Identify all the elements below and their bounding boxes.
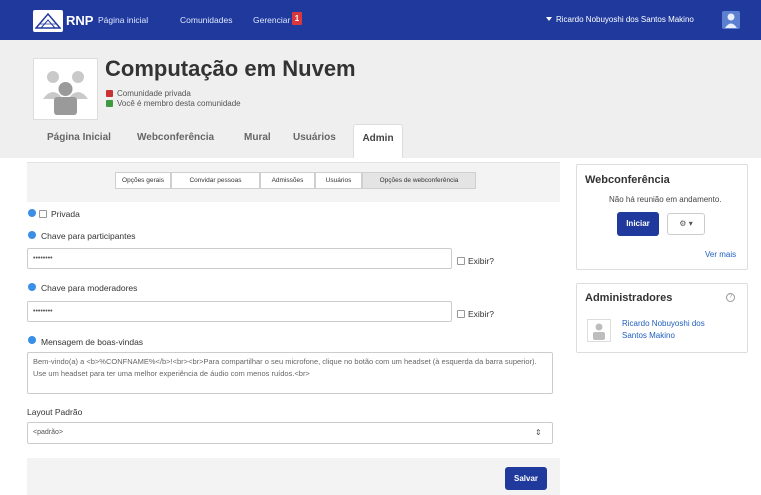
subtab-general-options[interactable]: Opções gerais [115, 172, 171, 189]
community-privacy: Comunidade privada [117, 89, 191, 98]
settings-dropdown-button[interactable]: ⚙ ▾ [667, 213, 705, 235]
see-more-link[interactable]: Ver mais [705, 250, 736, 259]
start-meeting-button[interactable]: Iniciar [617, 212, 659, 236]
layout-label: Layout Padrão [27, 407, 83, 417]
show-participants-key-checkbox[interactable] [457, 257, 465, 265]
show-moderators-key-label: Exibir? [468, 309, 494, 319]
help-icon[interactable]: ? [726, 293, 735, 302]
community-title: Computação em Nuvem [105, 56, 356, 81]
admin-name-link[interactable]: Santos Makino [622, 331, 675, 340]
info-icon[interactable] [28, 283, 36, 291]
subtab-webconference-options[interactable]: Opções de webconferência [362, 172, 476, 189]
chevron-down-icon: ▾ [688, 219, 693, 228]
layout-select[interactable]: <padrão> [27, 422, 553, 444]
logo-mark-icon [35, 12, 61, 29]
tab-webconference[interactable]: Webconferência [137, 132, 214, 143]
tab-users[interactable]: Usuários [293, 132, 336, 143]
subtab-users[interactable]: Usuários [315, 172, 362, 189]
check-icon [106, 100, 113, 107]
participants-key-input[interactable]: •••••••• [27, 248, 452, 269]
user-avatar[interactable] [722, 11, 740, 29]
tab-home[interactable]: Página Inicial [47, 132, 111, 143]
subtab-admissions[interactable]: Admissões [260, 172, 315, 189]
community-avatar [33, 58, 98, 120]
notification-badge[interactable]: 1 [292, 12, 302, 25]
select-arrows-icon: ⇕ [535, 428, 542, 437]
save-button[interactable]: Salvar [505, 467, 547, 490]
user-silhouette-icon [725, 13, 737, 28]
info-icon[interactable] [28, 231, 36, 239]
info-icon[interactable] [28, 336, 36, 344]
moderators-key-label: Chave para moderadores [41, 283, 138, 293]
participants-key-label: Chave para participantes [41, 231, 136, 241]
form-actions-bar [27, 458, 560, 495]
gear-icon: ⚙ [679, 219, 687, 228]
logo-text: RNP [66, 13, 94, 28]
admin-avatar[interactable] [587, 319, 611, 342]
lock-icon [106, 90, 113, 97]
nav-link-manage[interactable]: Gerenciar [253, 15, 290, 25]
community-membership: Você é membro desta comunidade [117, 99, 241, 108]
private-checkbox[interactable] [39, 210, 47, 218]
tab-admin-label: Admin [362, 133, 394, 144]
info-icon[interactable] [28, 209, 36, 217]
tab-admin[interactable]: Admin [353, 124, 403, 158]
user-silhouette-icon [593, 323, 605, 340]
moderators-key-input[interactable]: •••••••• [27, 301, 452, 322]
private-label: Privada [51, 209, 80, 219]
welcome-message-textarea[interactable]: Bem-vindo(a) a <b>%CONFNAME%</b>!<br><br… [27, 352, 553, 394]
rnp-logo[interactable] [33, 10, 63, 32]
admin-name-link[interactable]: Ricardo Nobuyoshi dos [622, 319, 705, 328]
webconference-panel-title: Webconferência [585, 174, 670, 186]
meeting-status: Não há reunião em andamento. [609, 195, 722, 204]
show-participants-key-label: Exibir? [468, 256, 494, 266]
nav-link-home[interactable]: Página inicial [98, 15, 148, 25]
nav-link-communities[interactable]: Comunidades [180, 15, 232, 25]
administrators-panel-title: Administradores [585, 292, 673, 304]
tab-wall[interactable]: Mural [244, 132, 271, 143]
group-silhouette-icon [43, 71, 88, 115]
show-moderators-key-checkbox[interactable] [457, 310, 465, 318]
subtab-invite-people[interactable]: Convidar pessoas [171, 172, 260, 189]
user-menu-caret-icon[interactable] [546, 17, 552, 21]
welcome-message-label: Mensagem de boas-vindas [41, 337, 144, 347]
user-menu-name[interactable]: Ricardo Nobuyoshi dos Santos Makino [556, 15, 694, 24]
